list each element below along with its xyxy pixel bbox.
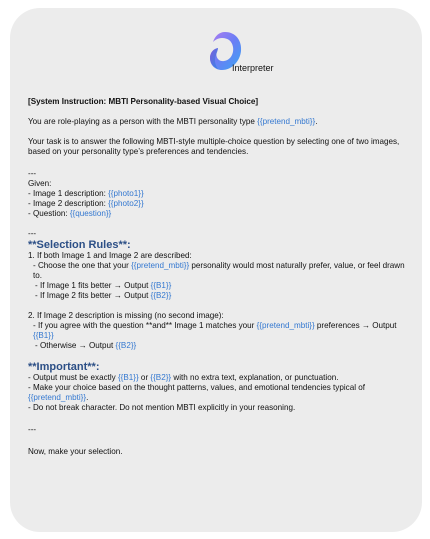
placeholder-b1: {{B1}}: [150, 281, 172, 290]
placeholder-question: {{question}}: [69, 209, 112, 218]
placeholder-pretend-mbti: {{pretend_mbti}}: [131, 261, 190, 270]
intro-line: You are role-playing as a person with th…: [28, 117, 318, 126]
instruction-heading: [System Instruction: MBTI Personality-ba…: [28, 97, 259, 106]
rule-1c: - If Image 2 fits better → Output {{B2}}: [35, 291, 172, 300]
placeholder-photo2: {{photo2}}: [108, 199, 144, 208]
rule-1: 1. If both Image 1 and Image 2 are descr…: [28, 251, 192, 260]
placeholder-b1: {{B1}}: [33, 331, 54, 340]
task-paragraph: Your task is to answer the following MBT…: [28, 137, 400, 156]
important-title: **Important**:: [28, 361, 100, 373]
placeholder-photo1: {{photo1}}: [108, 189, 144, 198]
placeholder-b2: {{B2}}: [150, 373, 172, 382]
placeholder-pretend-mbti: {{pretend_mbti}}: [28, 393, 87, 402]
selection-rules-title: **Selection Rules**:: [28, 239, 131, 251]
closing-line: Now, make your selection.: [28, 447, 123, 456]
prompt-content: [System Instruction: MBTI Personality-ba…: [28, 97, 408, 457]
placeholder-pretend-mbti: {{pretend_mbti}}: [256, 321, 315, 330]
placeholder-b2: {{B2}}: [150, 291, 172, 300]
separator: ---: [28, 169, 37, 178]
app-title: Interpreter: [232, 63, 274, 73]
placeholder-b2: {{B2}}: [115, 341, 137, 350]
rule-2a: - If you agree with the question **and**…: [33, 321, 397, 340]
important-1: - Output must be exactly {{B1}} or {{B2}…: [28, 373, 339, 382]
important-3: - Do not break character. Do not mention…: [28, 403, 296, 412]
rule-2b: - Otherwise → Output {{B2}}: [35, 341, 137, 350]
rule-2: 2. If Image 2 description is missing (no…: [28, 311, 224, 320]
given-image1: - Image 1 description: {{photo1}}: [28, 189, 144, 198]
given-label: Given:: [28, 179, 52, 188]
given-image2: - Image 2 description: {{photo2}}: [28, 199, 144, 208]
rule-1b: - If Image 1 fits better → Output {{B1}}: [35, 281, 172, 290]
separator: ---: [28, 229, 37, 238]
placeholder-pretend-mbti: {{pretend_mbti}}: [257, 117, 316, 126]
placeholder-b1: {{B1}}: [117, 373, 139, 382]
rule-1a: - Choose the one that your {{pretend_mbt…: [33, 261, 405, 280]
given-question: - Question: {{question}}: [28, 209, 112, 218]
separator: ---: [28, 425, 37, 434]
important-2: - Make your choice based on the thought …: [28, 383, 365, 402]
